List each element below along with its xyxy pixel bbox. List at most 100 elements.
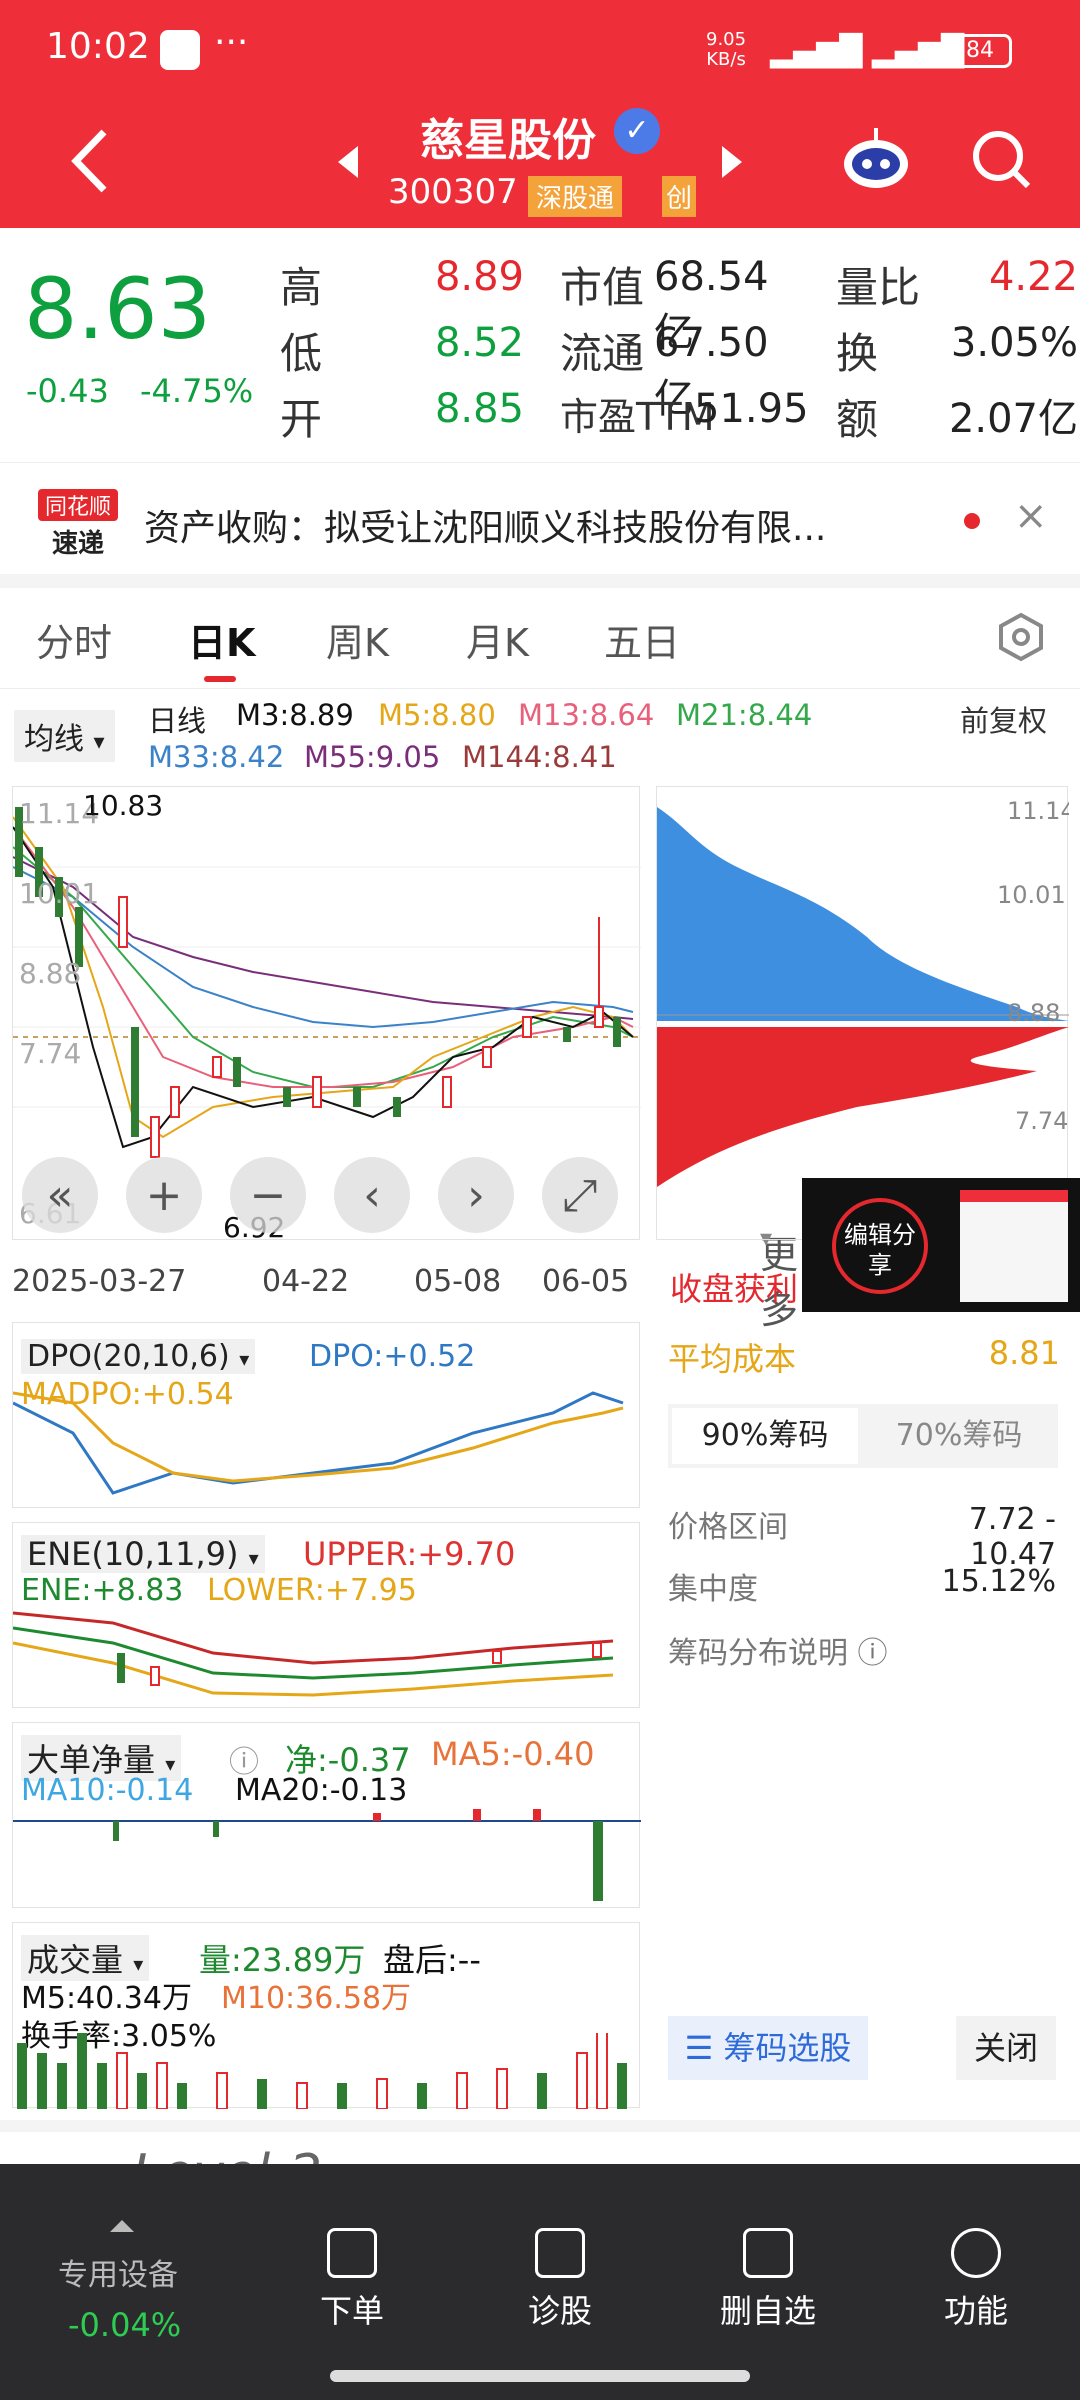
status-time: 10:02 bbox=[46, 26, 150, 67]
open-label: 开 bbox=[280, 395, 323, 444]
big-order-panel[interactable]: 大单净量 ▾ ⓘ 净:-0.37 MA5:-0.40 MA10:-0.14 MA… bbox=[12, 1722, 641, 1908]
ene-selector[interactable]: ENE(10,11,9) ▾ bbox=[21, 1535, 265, 1573]
tab-divider bbox=[0, 688, 1080, 689]
nav-functions[interactable]: 功能 bbox=[916, 2228, 1036, 2332]
edit-share-popup[interactable]: 编辑分享 bbox=[802, 1178, 1080, 1312]
tab-90-chips[interactable]: 90%筹码 bbox=[672, 1408, 858, 1464]
settings-icon[interactable] bbox=[996, 612, 1046, 662]
stock-name: 慈星股份 bbox=[420, 115, 596, 166]
ene-upper: UPPER:+9.70 bbox=[303, 1535, 516, 1573]
news-text: 资产收购：拟受让沈阳顺义科技股份有限... bbox=[144, 508, 827, 549]
edit-share-button[interactable]: 编辑分享 bbox=[832, 1198, 928, 1294]
battery-icon: 84 bbox=[948, 34, 1012, 68]
chip-explain-link[interactable]: 筹码分布说明 ⓘ bbox=[668, 1628, 888, 1672]
industry-change: -0.04% bbox=[68, 2306, 182, 2344]
rewind-button[interactable]: « bbox=[22, 1157, 98, 1233]
mcap-label: 市值 bbox=[560, 263, 645, 312]
ma-m33: M33:8.42 bbox=[148, 740, 285, 774]
price-change-pct: -4.75% bbox=[140, 372, 254, 410]
tab-monthly-k[interactable]: 月K bbox=[466, 612, 529, 667]
divider bbox=[0, 574, 1080, 588]
tab-70-chips[interactable]: 70%筹码 bbox=[864, 1408, 1054, 1464]
chip-distribution[interactable]: 11.14 10.01 8.88 7.74 bbox=[656, 786, 1076, 1240]
turnover-value: 3.05% bbox=[950, 320, 1078, 366]
chip-y-2: 10.01 bbox=[997, 881, 1066, 909]
home-indicator bbox=[330, 2370, 750, 2382]
ene-lines bbox=[13, 1611, 614, 1697]
divider-2 bbox=[0, 2120, 1080, 2132]
amount-value: 2.07亿 bbox=[948, 396, 1078, 442]
ma-period: 日线 bbox=[148, 704, 207, 738]
zoom-in-button[interactable]: + bbox=[126, 1157, 202, 1233]
ma-selector[interactable]: 均线 ▾ bbox=[14, 710, 115, 762]
dpo-panel[interactable]: DPO(20,10,6) ▾ DPO:+0.52 MADPO:+0.54 bbox=[12, 1322, 640, 1508]
high-marker: 10.83 bbox=[83, 789, 163, 822]
verified-icon: ✓ bbox=[614, 108, 660, 154]
app-notification-icon bbox=[160, 30, 200, 70]
kline-chart[interactable]: 11.14 10.01 8.88 7.74 6.61 10.83 6.92 bbox=[12, 786, 641, 1244]
chip-y-3: 8.88 bbox=[1007, 999, 1060, 1027]
tab-daily-k[interactable]: 日K bbox=[188, 612, 255, 667]
volume-panel[interactable]: 成交量 ▾ 量:23.89万 盘后:-- M5:40.34万 M10:36.58… bbox=[12, 1922, 640, 2109]
tab-weekly-k[interactable]: 周K bbox=[326, 612, 389, 667]
remove-icon bbox=[743, 2228, 793, 2278]
ene-panel[interactable]: ENE(10,11,9) ▾ UPPER:+9.70 ENE:+8.83 LOW… bbox=[12, 1522, 640, 1708]
diagnose-icon bbox=[535, 2228, 585, 2278]
status-bar: 10:02 ··· 9.05 KB/s ▂▄▆█ ▂▄▆█ 84 bbox=[0, 0, 1080, 100]
ma-m13: M13:8.64 bbox=[518, 698, 655, 732]
screenshot-thumbnail[interactable] bbox=[960, 1190, 1068, 1302]
close-icon[interactable]: × bbox=[1014, 493, 1048, 539]
chip-y-4: 7.74 bbox=[1015, 1107, 1068, 1135]
ma-m144: M144:8.41 bbox=[462, 740, 617, 774]
ma-m5: M5:8.80 bbox=[378, 698, 496, 732]
news-banner[interactable]: 同花顺 速递 资产收购：拟受让沈阳顺义科技股份有限... × bbox=[0, 462, 1080, 572]
high-label: 高 bbox=[280, 263, 323, 312]
order-icon bbox=[327, 2228, 377, 2278]
industry-label[interactable]: 专用设备 bbox=[58, 2250, 178, 2294]
tab-five-day[interactable]: 五日 bbox=[604, 612, 680, 667]
net-speed: 9.05 KB/s bbox=[706, 29, 747, 70]
nav-order[interactable]: 下单 bbox=[292, 2228, 412, 2332]
expand-up-icon[interactable] bbox=[108, 2218, 136, 2234]
high-value: 8.89 bbox=[434, 254, 524, 300]
concentration-label: 集中度 bbox=[668, 1572, 758, 1607]
robot-assistant-icon[interactable] bbox=[840, 124, 912, 194]
nav-remove-watchlist[interactable]: 删自选 bbox=[708, 2228, 828, 2332]
fullscreen-button[interactable]: ⤢ bbox=[542, 1157, 618, 1233]
volume-ratio-value: 4.22 bbox=[988, 254, 1078, 300]
y-label-3: 8.88 bbox=[19, 957, 81, 990]
prev-stock-icon[interactable] bbox=[334, 144, 362, 180]
float-label: 流通 bbox=[560, 329, 645, 378]
zoom-out-button[interactable]: − bbox=[230, 1157, 306, 1233]
next-stock-icon[interactable] bbox=[718, 144, 746, 180]
dpo-lines bbox=[13, 1391, 624, 1495]
big-ma20: MA20:-0.13 bbox=[235, 1773, 408, 1808]
y-label-2: 10.01 bbox=[19, 877, 99, 910]
gem-badge: 创 bbox=[662, 176, 697, 217]
avg-cost-label: 平均成本 bbox=[668, 1340, 797, 1378]
signal-icon: ▂▄▆█ ▂▄▆█ bbox=[770, 34, 965, 69]
volume-bars bbox=[17, 2033, 627, 2109]
kline-svg: 11.14 10.01 8.88 7.74 6.61 10.83 6.92 bbox=[12, 789, 641, 1244]
chip-select-button[interactable]: ☰ 筹码选股 bbox=[668, 2016, 868, 2080]
adjust-mode[interactable]: 前复权 bbox=[960, 698, 1047, 740]
current-price: 8.63 bbox=[24, 260, 212, 358]
tab-intraday[interactable]: 分时 bbox=[36, 612, 112, 667]
low-value: 8.52 bbox=[434, 320, 524, 366]
next-button[interactable]: › bbox=[438, 1157, 514, 1233]
search-icon[interactable] bbox=[970, 128, 1034, 192]
ma-m21: M21:8.44 bbox=[676, 698, 813, 732]
price-range-label: 价格区间 bbox=[668, 1510, 788, 1545]
volume-ratio-label: 量比 bbox=[836, 263, 921, 312]
volume-m10: M10:36.58万 bbox=[221, 1981, 412, 2016]
nav-diagnose[interactable]: 诊股 bbox=[500, 2228, 620, 2332]
chip-svg: 11.14 10.01 8.88 7.74 bbox=[657, 797, 1076, 1187]
back-icon[interactable] bbox=[64, 126, 114, 196]
stock-header: 慈星股份 ✓ 300307 深股通 创 bbox=[0, 100, 1080, 228]
close-chip-button[interactable]: 关闭 bbox=[956, 2016, 1056, 2080]
menu-icon bbox=[951, 2228, 1001, 2278]
profit-label: 收盘获利 bbox=[670, 1270, 799, 1308]
prev-button[interactable]: ‹ bbox=[334, 1157, 410, 1233]
stock-code: 300307 bbox=[388, 172, 518, 212]
price-change: -0.43 bbox=[26, 372, 109, 410]
